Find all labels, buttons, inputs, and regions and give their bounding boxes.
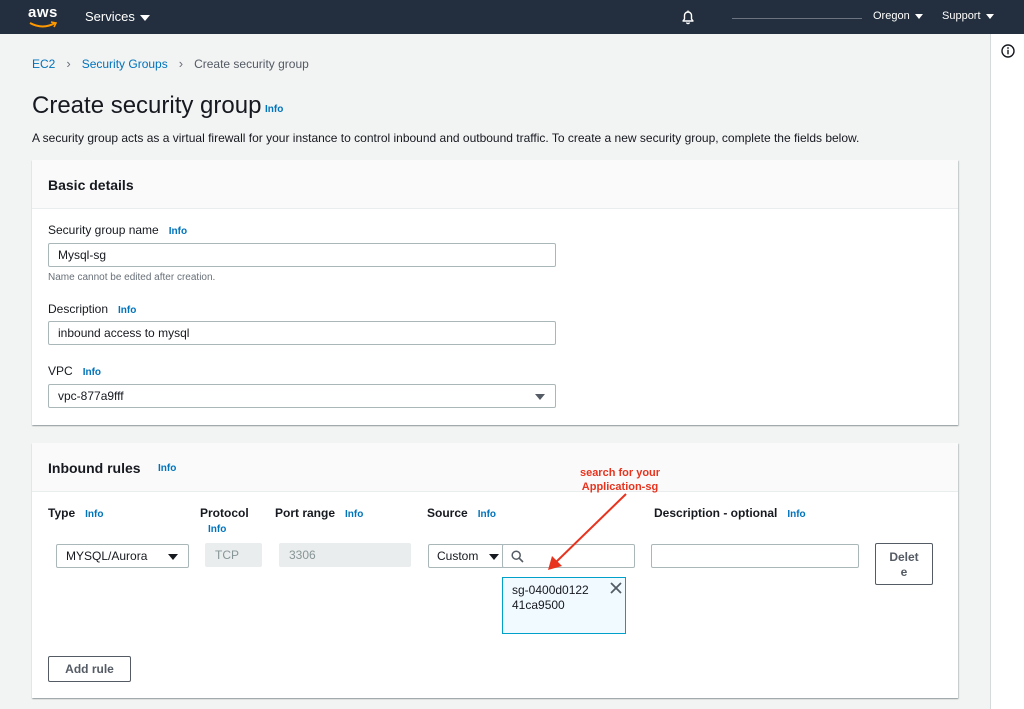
- vpc-select[interactable]: vpc-877a9fff: [48, 384, 556, 408]
- basic-details-title: Basic details: [48, 177, 134, 193]
- delete-rule-label: Delete: [889, 550, 919, 579]
- breadcrumb: EC2 › Security Groups › Create security …: [32, 56, 309, 71]
- close-icon[interactable]: [609, 581, 623, 595]
- column-type-header: Type Info: [48, 506, 103, 520]
- page-title: Create security group: [32, 92, 262, 119]
- column-port-range-label: Port range: [275, 506, 336, 520]
- account-name-redacted[interactable]: [732, 18, 862, 19]
- rule-source-type-select[interactable]: Custom: [428, 544, 504, 568]
- breadcrumb-security-groups-link[interactable]: Security Groups: [82, 57, 168, 71]
- caret-down-icon: [139, 14, 150, 21]
- description-label: Description Info: [48, 302, 136, 316]
- info-circle-icon[interactable]: [1001, 44, 1015, 58]
- breadcrumb-ec2-link[interactable]: EC2: [32, 57, 55, 71]
- aws-logo-text: aws: [28, 4, 58, 21]
- top-navigation-bar: aws Services Oregon Support: [0, 0, 1024, 34]
- name-constraint-text: Name cannot be edited after creation.: [48, 272, 216, 283]
- breadcrumb-current: Create security group: [194, 56, 309, 71]
- source-token-value: sg-0400d012241ca9500: [512, 583, 589, 612]
- caret-down-icon: [914, 13, 923, 19]
- caret-down-icon: [489, 554, 499, 560]
- column-protocol-label: Protocol: [200, 506, 249, 520]
- services-menu[interactable]: Services: [85, 9, 150, 24]
- protocol-info-link[interactable]: Info: [208, 524, 226, 535]
- add-rule-button[interactable]: Add rule: [48, 656, 131, 682]
- aws-logo[interactable]: aws: [28, 4, 60, 30]
- rule-protocol-field: TCP: [205, 543, 262, 567]
- delete-rule-button[interactable]: Delete: [875, 543, 933, 585]
- rule-port-range-field: 3306: [279, 543, 411, 567]
- support-label: Support: [942, 10, 981, 22]
- page-description: A security group acts as a virtual firew…: [32, 131, 860, 145]
- rule-type-value: MYSQL/Aurora: [66, 549, 148, 563]
- rule-description-input[interactable]: [651, 544, 859, 568]
- annotation-arrow-icon: [548, 493, 627, 570]
- services-label: Services: [85, 9, 135, 24]
- source-security-group-token: sg-0400d012241ca9500: [502, 577, 626, 634]
- vpc-label-text: VPC: [48, 364, 73, 378]
- aws-smile-icon: [29, 21, 57, 28]
- security-group-name-info-link[interactable]: Info: [169, 226, 187, 237]
- rule-type-select[interactable]: MYSQL/Aurora: [56, 544, 189, 568]
- help-panel-rail: [990, 34, 1024, 709]
- basic-details-header: Basic details: [32, 160, 958, 209]
- support-menu[interactable]: Support: [942, 10, 994, 22]
- description-label-text: Description: [48, 302, 109, 316]
- inbound-rules-info-link[interactable]: Info: [158, 463, 176, 474]
- rule-source-type-value: Custom: [437, 549, 479, 563]
- inbound-rules-panel: Inbound rules Info Type Info Protocol Inf…: [32, 443, 958, 698]
- region-label: Oregon: [873, 10, 910, 22]
- bell-icon[interactable]: [680, 9, 696, 25]
- inbound-rules-header: Inbound rules Info: [32, 443, 958, 492]
- column-source-label: Source: [427, 506, 468, 520]
- source-info-link[interactable]: Info: [478, 509, 496, 520]
- security-group-name-input[interactable]: Mysql-sg: [48, 243, 556, 267]
- column-port-range-header: Port range Info: [275, 506, 363, 520]
- type-info-link[interactable]: Info: [85, 509, 103, 520]
- vpc-info-link[interactable]: Info: [83, 367, 101, 378]
- security-group-name-label: Security group name Info: [48, 223, 187, 237]
- security-group-name-label-text: Security group name: [48, 223, 159, 237]
- page-title-info-link[interactable]: Info: [265, 104, 283, 115]
- column-source-header: Source Info: [427, 506, 496, 520]
- column-protocol-header: Protocol: [200, 506, 249, 520]
- chevron-right-icon: ›: [66, 56, 71, 71]
- port-range-info-link[interactable]: Info: [345, 509, 363, 520]
- description-info-link[interactable]: Info: [118, 305, 136, 316]
- region-menu[interactable]: Oregon: [873, 10, 923, 22]
- chevron-right-icon: ›: [178, 56, 184, 71]
- description-input[interactable]: inbound access to mysql: [48, 321, 556, 345]
- column-type-label: Type: [48, 506, 76, 520]
- inbound-rules-title: Inbound rules: [48, 460, 141, 476]
- search-icon: [511, 550, 524, 563]
- column-description-header: Description - optional Info: [654, 506, 806, 520]
- vpc-label: VPC Info: [48, 364, 101, 378]
- description-optional-info-link[interactable]: Info: [787, 509, 805, 520]
- caret-down-icon: [985, 13, 994, 19]
- column-description-label: Description - optional: [654, 506, 778, 520]
- basic-details-panel: Basic details Security group name Info My…: [32, 160, 958, 425]
- vpc-select-value: vpc-877a9fff: [58, 389, 124, 403]
- caret-down-icon: [535, 394, 545, 400]
- caret-down-icon: [168, 554, 178, 560]
